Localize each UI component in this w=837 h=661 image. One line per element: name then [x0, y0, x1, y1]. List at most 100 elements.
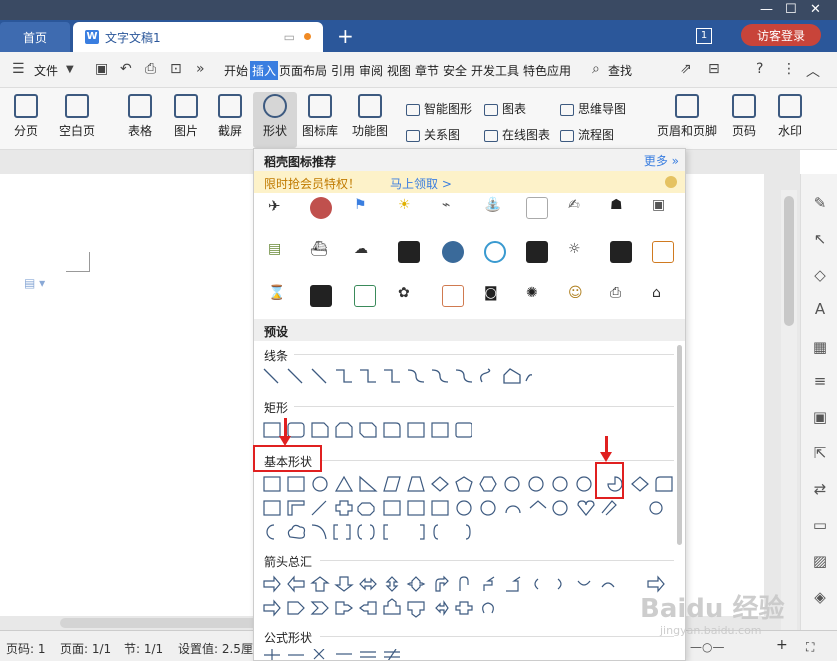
shapes-icon[interactable]: ◇ [811, 266, 829, 284]
smart-art-button[interactable]: 智能图形 [406, 100, 472, 117]
watermark-button[interactable]: 水印 [770, 92, 810, 148]
building-icon[interactable] [398, 241, 420, 263]
tab-home[interactable]: 首页 [0, 22, 70, 52]
window-count-badge[interactable]: 1 [696, 28, 712, 44]
shape-button[interactable]: 形状 [253, 92, 297, 148]
home-icon[interactable]: ⌂ [652, 285, 674, 307]
new-tab-button[interactable]: + [337, 24, 354, 48]
shield-icon[interactable]: ◈ [811, 588, 829, 606]
text-style-icon[interactable]: A [811, 300, 829, 318]
rect-row[interactable] [262, 421, 472, 441]
menu-security[interactable]: 安全 [443, 62, 467, 79]
formula-row[interactable] [262, 649, 422, 661]
flag-icon[interactable]: ⚑ [354, 197, 376, 219]
zoom-in-icon[interactable]: + [776, 637, 788, 653]
icon-library-button[interactable]: 图标库 [300, 92, 340, 148]
scroll-thumb[interactable] [784, 196, 794, 326]
chart-button[interactable]: 图表 [484, 100, 526, 117]
horizontal-scrollbar[interactable] [60, 618, 260, 628]
save-icon[interactable]: ▣ [95, 61, 108, 77]
file-menu[interactable]: 文件 [34, 62, 58, 79]
document-icon[interactable]: ▤ ▾ [24, 276, 45, 290]
pointer-icon[interactable]: ↖ [811, 230, 829, 248]
contact-icon[interactable] [526, 241, 548, 263]
satellite-icon[interactable]: ✈ [268, 197, 290, 219]
export-icon[interactable]: ⇱ [811, 444, 829, 462]
zoom-slider[interactable]: —○— [690, 640, 724, 654]
presentation-icon[interactable] [354, 285, 376, 307]
menu-devtools[interactable]: 开发工具 [471, 62, 519, 79]
mind-map-button[interactable]: 思维导图 [560, 100, 626, 117]
vertical-scrollbar[interactable] [781, 190, 797, 630]
print-icon[interactable]: ⎙ [145, 61, 156, 77]
edit-icon[interactable]: ✎ [811, 194, 829, 212]
menu-layout[interactable]: 页面布局 [279, 62, 327, 79]
fountain-icon[interactable]: ⛲ [484, 197, 506, 219]
translate-icon[interactable]: ⇄ [811, 480, 829, 498]
promo-close-icon[interactable] [665, 176, 677, 188]
share-icon[interactable]: ⇗ [680, 61, 692, 77]
hamburger-icon[interactable]: ☰ [12, 61, 25, 77]
picture-button[interactable]: 图片 [166, 92, 206, 148]
usb-icon[interactable]: ⌁ [442, 197, 464, 219]
collapse-ribbon-icon[interactable]: ︿ [806, 61, 820, 81]
document-tile-icon[interactable] [526, 197, 548, 219]
undo-icon[interactable]: ↶ [120, 61, 132, 77]
function-chart-button[interactable]: 功能图 [348, 92, 392, 148]
blank-page-button[interactable]: 空白页 [54, 92, 100, 148]
more-icon[interactable]: » [196, 61, 205, 77]
minimize-icon[interactable]: — [760, 2, 773, 17]
more-options-icon[interactable]: ⋮ [782, 61, 796, 77]
settings-icon[interactable]: ≡ [811, 372, 829, 390]
camera-icon[interactable]: ▣ [652, 197, 674, 219]
online-chart-button[interactable]: 在线图表 [484, 126, 550, 143]
report-icon[interactable] [652, 241, 674, 263]
printer-icon[interactable]: ⎙ [610, 285, 632, 307]
section-break-button[interactable]: 分页 [6, 92, 46, 148]
users-icon[interactable]: ☗ [610, 197, 632, 219]
picture-side-icon[interactable]: ▨ [811, 552, 829, 570]
image-side-icon[interactable]: ▣ [811, 408, 829, 426]
sun-icon[interactable]: ☼ [568, 241, 590, 263]
screenshot-button[interactable]: 截屏 [210, 92, 250, 148]
cloud-sun-icon[interactable]: ☁ [354, 241, 376, 263]
panel-scrollbar[interactable] [677, 345, 682, 545]
menu-chapter[interactable]: 章节 [415, 62, 439, 79]
menu-insert[interactable]: 插入 [250, 61, 279, 80]
arrows-grid[interactable] [262, 575, 674, 621]
help-icon[interactable]: ? [756, 61, 763, 77]
crab-icon[interactable]: ✺ [526, 285, 548, 307]
menu-start[interactable]: 开始 [224, 62, 248, 79]
target-icon[interactable] [442, 241, 464, 263]
flowchart-button[interactable]: 流程图 [560, 126, 614, 143]
toolbar-icon[interactable]: ⊟ [708, 61, 720, 77]
search-icon[interactable]: ⌕ [592, 61, 600, 77]
search-doc-icon[interactable] [442, 285, 464, 307]
more-link[interactable]: 更多 » [644, 152, 679, 169]
menu-review[interactable]: 审阅 [359, 62, 383, 79]
menu-view[interactable]: 视图 [387, 62, 411, 79]
page-number-button[interactable]: 页码 [726, 92, 762, 148]
menu-features[interactable]: 特色应用 [523, 62, 571, 79]
hourglass-icon[interactable]: ⌛ [268, 285, 290, 307]
chevron-down-icon[interactable]: ▼ [66, 64, 74, 75]
archive-icon[interactable]: ▭ [811, 516, 829, 534]
fit-page-icon[interactable]: ⛶ [806, 640, 814, 655]
search-button[interactable]: 查找 [608, 62, 632, 79]
person-icon[interactable]: ☺ [568, 285, 590, 307]
tab-document[interactable]: W 文字文稿1 ▭ [73, 22, 323, 52]
promo-link[interactable]: 马上领取 > [390, 175, 452, 192]
basket-icon[interactable]: ◙ [484, 285, 506, 307]
tree-icon[interactable]: ✿ [398, 285, 420, 307]
hexagon-icon[interactable] [484, 241, 506, 263]
note-icon[interactable]: ✍ [568, 197, 590, 219]
wallet-icon[interactable]: ▤ [268, 241, 290, 263]
visitor-login-button[interactable]: 访客登录 [741, 24, 821, 46]
header-footer-button[interactable]: 页眉和页脚 [654, 92, 720, 148]
bag-icon[interactable] [610, 241, 632, 263]
sale-sign-icon[interactable] [310, 285, 332, 307]
preview-icon[interactable]: ⊡ [170, 61, 182, 77]
table-side-icon[interactable]: ▦ [811, 338, 829, 356]
monitor-icon[interactable]: ▭ [284, 30, 295, 44]
close-icon[interactable]: ✕ [810, 2, 821, 17]
